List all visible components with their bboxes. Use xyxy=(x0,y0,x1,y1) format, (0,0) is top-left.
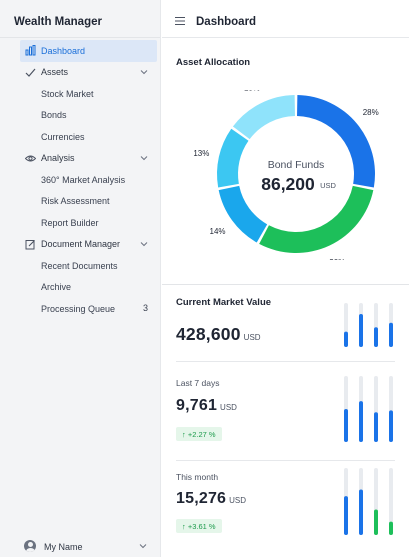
asset-allocation-title: Asset Allocation xyxy=(176,57,251,68)
user-menu[interactable]: My Name xyxy=(0,536,160,557)
donut-segment-label: 13% xyxy=(193,149,209,158)
main-content: Dashboard Asset Allocation 28% 30% 14% 13% 1… xyxy=(162,0,409,557)
menu-icon[interactable] xyxy=(175,17,185,25)
app-title: Wealth Manager xyxy=(14,16,102,28)
donut-segment-label: 15% xyxy=(244,90,260,93)
donut-segment xyxy=(217,128,249,188)
market-value-amount: 428,600 xyxy=(176,324,241,344)
bar-chart-icon xyxy=(25,45,36,56)
document-edit-icon xyxy=(25,239,35,249)
donut-segment-label: 28% xyxy=(363,108,379,117)
count-badge: 3 xyxy=(142,303,148,313)
sidebar-item-label: Archive xyxy=(41,282,72,293)
last-7-days-sparkbars xyxy=(344,376,393,442)
sidebar-item-recent-documents[interactable]: Recent Documents xyxy=(0,255,161,277)
sidebar-item-label: Recent Documents xyxy=(41,260,118,271)
divider xyxy=(176,460,395,461)
sidebar-item-archive[interactable]: Archive xyxy=(0,277,161,299)
divider xyxy=(162,284,409,285)
spark-bar xyxy=(359,314,363,347)
eye-icon xyxy=(25,155,36,161)
chevron-down-icon[interactable] xyxy=(139,67,149,77)
this-month-value: 15,276 USD xyxy=(176,490,246,508)
donut-segment xyxy=(259,185,374,254)
sidebar-item-bonds[interactable]: Bonds xyxy=(0,105,161,127)
this-month-label: This month xyxy=(176,472,219,482)
sidebar-item-label: Risk Assessment xyxy=(41,196,110,207)
spark-bar xyxy=(359,401,363,442)
sidebar-item-document-manager[interactable]: Document Manager xyxy=(0,234,161,256)
spark-bar xyxy=(374,412,378,442)
spark-bar xyxy=(374,509,378,535)
this-month-amount: 15,276 xyxy=(176,490,227,507)
donut-center-unit: USD xyxy=(320,181,336,190)
spark-bar xyxy=(344,409,348,442)
this-month-sparkbars xyxy=(344,468,393,535)
chevron-down-icon[interactable] xyxy=(138,541,148,551)
last-7-days-delta-badge: ↑ +2.27 % xyxy=(176,427,222,441)
spark-bar xyxy=(389,410,393,442)
donut-segment-label: 14% xyxy=(210,227,226,236)
this-month-unit: USD xyxy=(229,496,247,505)
sidebar: Wealth Manager Dashboard Assets Stock Ma… xyxy=(0,0,161,557)
donut-segment-label: 30% xyxy=(329,258,345,260)
sidebar-item-assets[interactable]: Assets xyxy=(0,62,161,84)
divider xyxy=(176,361,395,362)
sidebar-item-dashboard[interactable]: Dashboard xyxy=(20,40,157,62)
sidebar-item-label: Document Manager xyxy=(41,239,121,250)
chevron-down-icon[interactable] xyxy=(139,153,149,163)
last-7-days-value: 9,761 USD xyxy=(176,397,237,415)
donut-center-label: Bond Funds xyxy=(268,159,325,171)
sidebar-item-processing-queue[interactable]: Processing Queue 3 xyxy=(0,298,161,320)
sidebar-item-label: Currencies xyxy=(41,131,85,142)
spark-bar xyxy=(374,327,378,347)
sidebar-item-label: Assets xyxy=(41,67,69,78)
page-title: Dashboard xyxy=(196,16,257,28)
sidebar-item-label: Bonds xyxy=(41,110,67,121)
header: Dashboard xyxy=(162,0,409,38)
sidebar-item-analysis[interactable]: Analysis xyxy=(0,148,161,170)
check-icon xyxy=(25,68,36,77)
last-7-days-amount: 9,761 xyxy=(176,397,218,414)
market-value-sparkbars xyxy=(344,303,393,347)
user-name: My Name xyxy=(44,542,83,552)
sidebar-item-risk-assessment[interactable]: Risk Assessment xyxy=(0,191,161,213)
sidebar-item-label: Stock Market xyxy=(41,88,94,99)
market-value: 428,600 USD xyxy=(176,324,261,345)
sidebar-item-label: Processing Queue xyxy=(41,303,116,314)
market-value-title: Current Market Value xyxy=(176,297,272,308)
spark-bar xyxy=(389,521,393,535)
last-7-days-label: Last 7 days xyxy=(176,378,220,388)
spark-bar xyxy=(344,496,348,535)
spark-bar xyxy=(359,489,363,535)
chevron-down-icon[interactable] xyxy=(139,239,149,249)
sidebar-nav: Dashboard Assets Stock Market Bonds Curr… xyxy=(0,40,161,320)
donut-segment xyxy=(218,185,268,243)
last-7-days-unit: USD xyxy=(220,403,237,412)
sidebar-item-label: Report Builder xyxy=(41,217,99,228)
spark-bar xyxy=(344,331,348,347)
avatar xyxy=(24,540,36,552)
spark-bar xyxy=(389,322,393,347)
sidebar-item-currencies[interactable]: Currencies xyxy=(0,126,161,148)
sidebar-item-label: 360° Market Analysis xyxy=(41,174,126,185)
donut-segment xyxy=(232,95,295,140)
asset-allocation-donut: 28% 30% 14% 13% 15% Bond Funds 86,200 USD xyxy=(193,90,379,260)
sidebar-item-360-market-analysis[interactable]: 360° Market Analysis xyxy=(0,169,161,191)
this-month-delta-badge: ↑ +3.61 % xyxy=(176,519,222,533)
sidebar-item-report-builder[interactable]: Report Builder xyxy=(0,212,161,234)
donut-center-value: 86,200 xyxy=(261,174,315,194)
market-value-unit: USD xyxy=(243,333,261,342)
sidebar-item-stock-market[interactable]: Stock Market xyxy=(0,83,161,105)
sidebar-item-label: Dashboard xyxy=(41,45,86,56)
sidebar-item-label: Analysis xyxy=(41,153,75,164)
divider xyxy=(0,37,160,38)
